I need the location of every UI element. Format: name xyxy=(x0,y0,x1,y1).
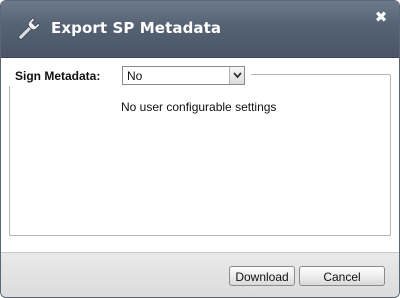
export-sp-metadata-dialog: Export SP Metadata ✖ Sign Metadata: No N… xyxy=(0,0,400,298)
dialog-body: Sign Metadata: No No user configurable s… xyxy=(1,58,399,252)
dialog-footer: Download Cancel xyxy=(1,252,399,297)
wrench-icon xyxy=(15,17,41,43)
no-settings-message: No user configurable settings xyxy=(121,100,277,114)
settings-fieldset xyxy=(9,74,391,236)
cancel-button[interactable]: Cancel xyxy=(299,266,385,286)
dialog-titlebar[interactable]: Export SP Metadata ✖ xyxy=(1,1,399,58)
sign-metadata-select[interactable]: No xyxy=(122,66,245,85)
close-icon[interactable]: ✖ xyxy=(373,9,389,25)
download-button[interactable]: Download xyxy=(229,266,295,286)
sign-metadata-label: Sign Metadata: xyxy=(15,69,101,83)
sign-metadata-value: No xyxy=(127,69,143,83)
dialog-title: Export SP Metadata xyxy=(51,19,222,37)
chevron-down-icon[interactable] xyxy=(229,67,244,84)
